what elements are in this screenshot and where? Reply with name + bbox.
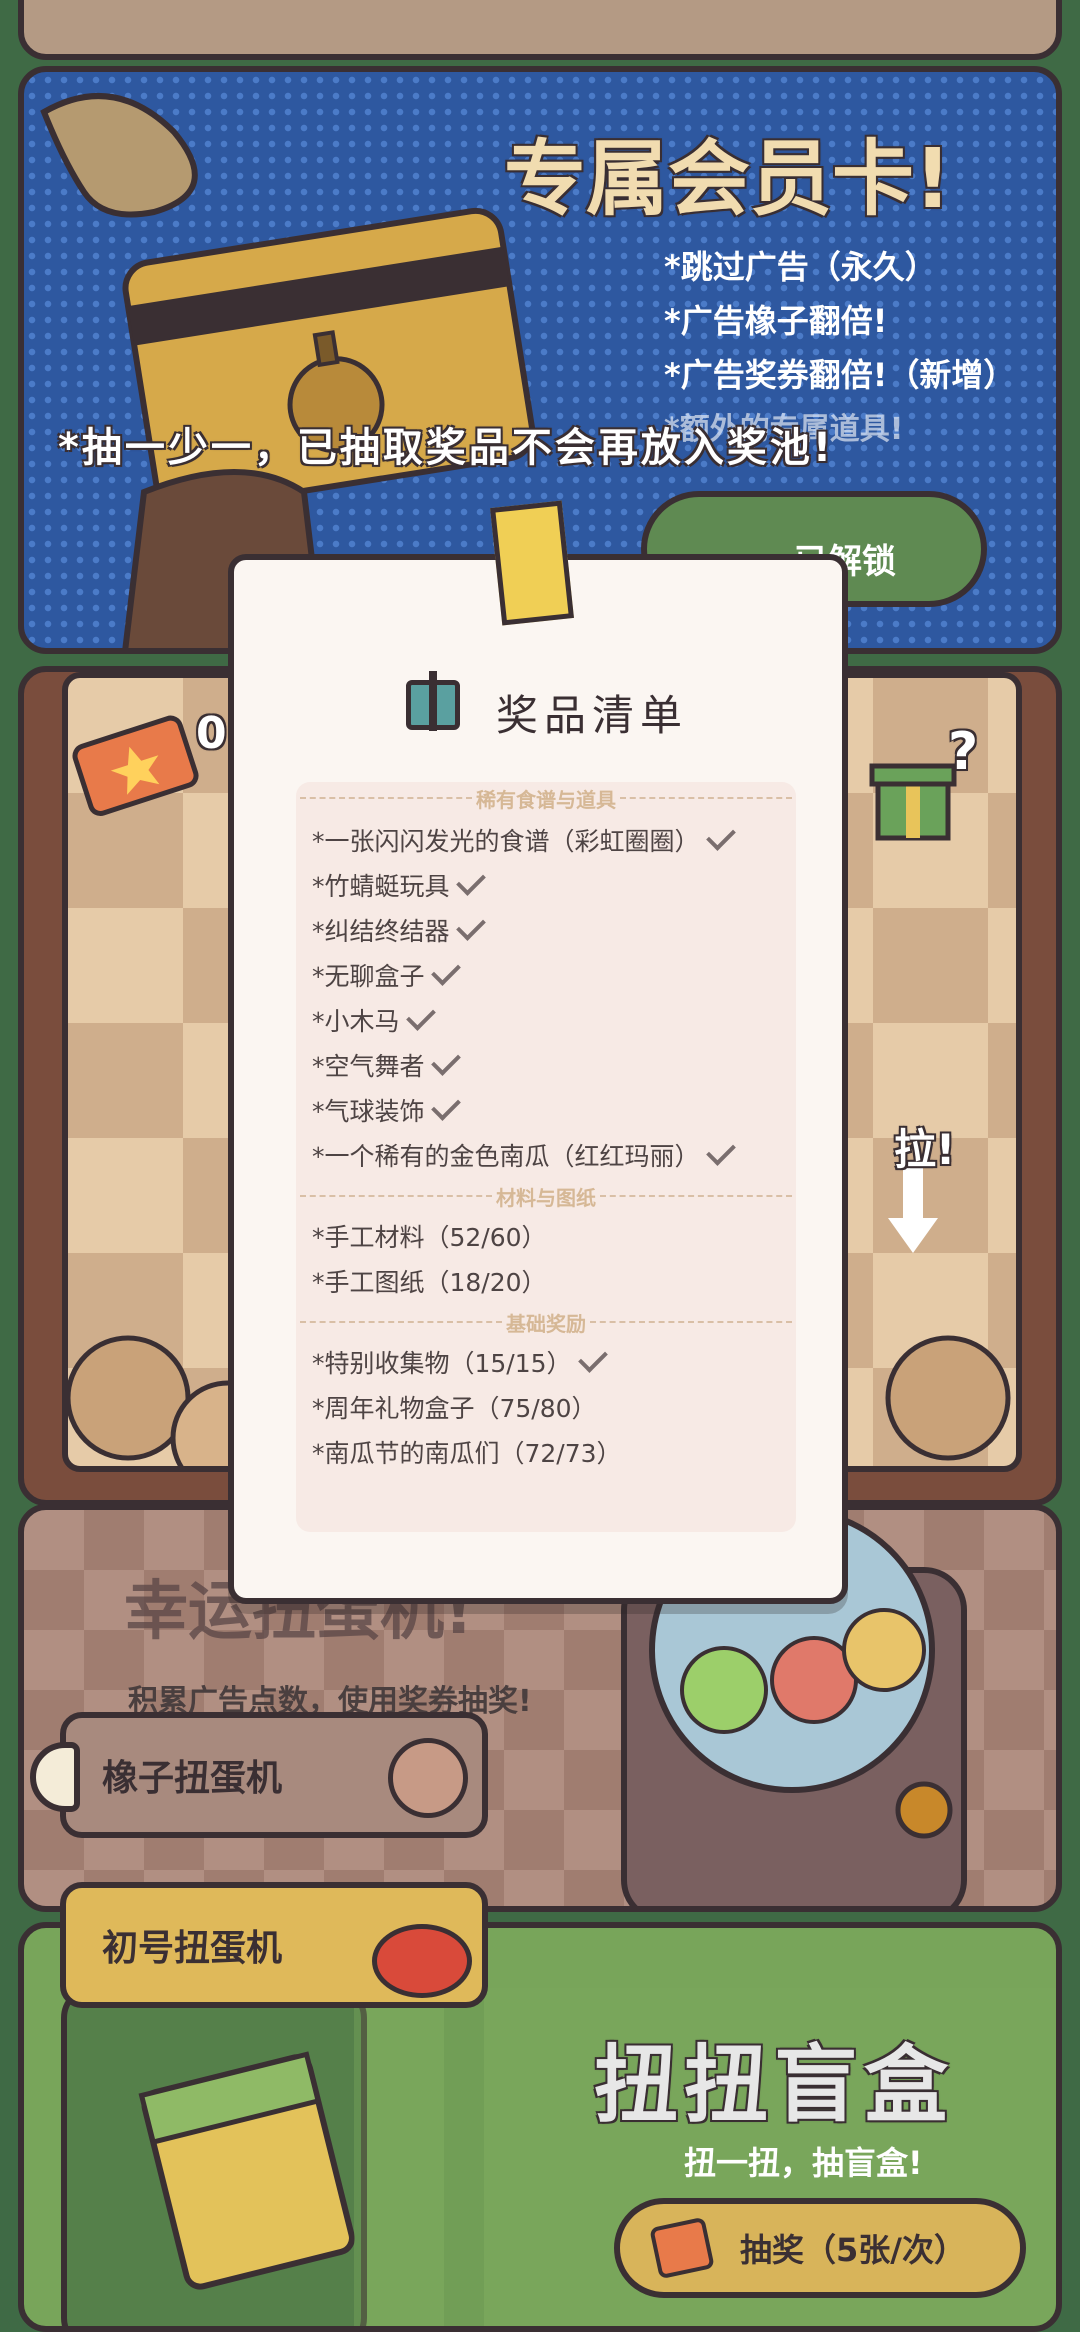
tape-icon	[490, 500, 574, 626]
prize-list: 稀有食谱与道具 *一张闪闪发光的食谱（彩虹圈圈） *竹蜻蜓玩具 *纠结终结器 *…	[296, 782, 796, 1532]
list-item: *周年礼物盒子（75/80）	[312, 1394, 597, 1423]
ticket-count: 0	[196, 708, 227, 759]
list-item: *南瓜节的南瓜们（72/73）	[312, 1439, 622, 1468]
section-title: 稀有食谱与道具	[476, 787, 616, 812]
list-item: *纠结终结器	[312, 911, 486, 948]
blind-box-subtitle: 扭一扭，抽盲盒!	[684, 2144, 923, 2182]
benefit-skip-ads: *跳过广告（永久）	[664, 248, 937, 286]
member-card-title: 专属会员卡!	[504, 132, 952, 227]
modal-title: 奖品清单	[496, 691, 689, 740]
section-header: 基础奖励	[296, 1310, 796, 1336]
benefit-ticket-double: *广告奖券翻倍!（新增）	[664, 356, 1016, 394]
check-icon	[430, 1091, 461, 1121]
list-item: *竹蜻蜓玩具	[312, 866, 486, 903]
list-item: *手工材料（52/60）	[312, 1223, 547, 1252]
section-title: 基础奖励	[506, 1311, 586, 1336]
first-gacha-tab-label: 初号扭蛋机	[102, 1928, 283, 1969]
acorn-face-icon	[388, 1738, 468, 1818]
check-icon	[577, 1343, 608, 1373]
list-item: *气球装饰	[312, 1091, 461, 1128]
list-item: *手工图纸（18/20）	[312, 1268, 547, 1297]
list-item: *小木马	[312, 1001, 436, 1038]
question-mark-icon: ?	[948, 722, 979, 782]
red-bean-icon	[372, 1924, 472, 1998]
section-header: 稀有食谱与道具	[296, 786, 796, 812]
list-item: *一个稀有的金色南瓜（红红玛丽）	[312, 1136, 736, 1173]
draw-button-label: 抽奖（5张/次）	[740, 2231, 966, 2269]
ticket-icon	[649, 2216, 715, 2280]
check-icon	[430, 956, 461, 986]
check-icon	[455, 866, 486, 896]
benefit-acorn-double: *广告橡子翻倍!	[664, 302, 888, 340]
notice-text: *抽一少一，已抽取奖品不会再放入奖池!	[58, 425, 835, 471]
check-icon	[455, 911, 486, 941]
acorn-gacha-tab-label: 橡子扭蛋机	[102, 1758, 283, 1799]
section-title: 材料与图纸	[496, 1185, 596, 1210]
pull-label[interactable]: 拉!	[894, 1116, 955, 1177]
check-icon	[430, 1046, 461, 1076]
list-item: *特别收集物（15/15）	[312, 1343, 608, 1380]
check-icon	[405, 1001, 436, 1031]
gift-icon	[406, 671, 460, 731]
check-icon	[705, 821, 736, 851]
acorn-gacha-tab[interactable]: 橡子扭蛋机	[60, 1712, 488, 1838]
top-panel-edge	[18, 0, 1062, 60]
section-header: 材料与图纸	[296, 1184, 796, 1210]
blind-box-title: 扭扭盲盒	[594, 2036, 955, 2134]
list-item: *一张闪闪发光的食谱（彩虹圈圈）	[312, 821, 736, 858]
first-gacha-tab[interactable]: 初号扭蛋机	[60, 1882, 488, 2008]
check-icon	[705, 1136, 736, 1166]
draw-button[interactable]: 抽奖（5张/次）	[614, 2198, 1026, 2298]
prize-list-modal: 奖品清单 稀有食谱与道具 *一张闪闪发光的食谱（彩虹圈圈） *竹蜻蜓玩具 *纠结…	[228, 500, 848, 1604]
list-item: *空气舞者	[312, 1046, 461, 1083]
list-item: *无聊盒子	[312, 956, 461, 993]
